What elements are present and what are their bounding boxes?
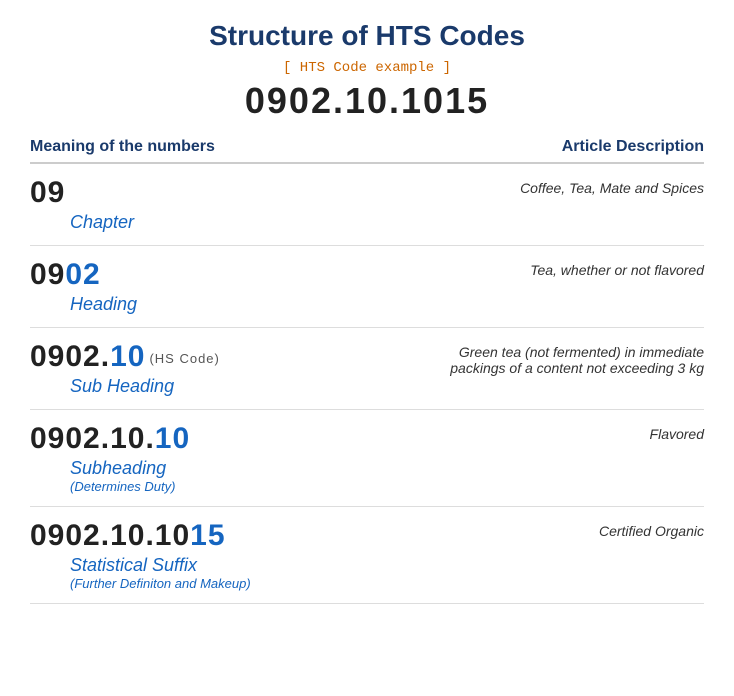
row-left-1: 0902Heading [30, 258, 530, 315]
code-display-4: 0902.10.1015 [30, 519, 579, 553]
code-display-2: 0902.10 (HS Code) [30, 340, 384, 374]
code-display-3: 0902.10.10 [30, 422, 630, 456]
code-highlight-1: 02 [65, 258, 100, 291]
code-prefix-4: 0902.10.10 [30, 519, 190, 552]
row-left-4: 0902.10.1015Statistical Suffix(Further D… [30, 519, 599, 591]
code-highlight-4: 15 [190, 519, 225, 552]
table-row: 0902.10.10Subheading(Determines Duty)Fla… [30, 410, 704, 507]
row-label-3: Subheading [70, 458, 630, 479]
page-title: Structure of HTS Codes [30, 20, 704, 52]
row-description-1: Tea, whether or not flavored [530, 258, 704, 278]
subtitle: [ HTS Code example ] [30, 60, 704, 76]
code-display-0: 09 [30, 176, 500, 210]
hts-example-code: 0902.10.1015 [30, 80, 704, 122]
row-left-2: 0902.10 (HS Code) Sub Heading [30, 340, 404, 397]
row-left-3: 0902.10.10Subheading(Determines Duty) [30, 422, 650, 494]
hs-label-2: (HS Code) [149, 351, 219, 366]
row-label-0: Chapter [70, 212, 500, 233]
row-label-1: Heading [70, 294, 510, 315]
code-prefix-2: 0902. [30, 340, 110, 373]
row-label-sub-4: (Further Definiton and Makeup) [70, 576, 579, 591]
row-label-sub-3: (Determines Duty) [70, 479, 630, 494]
header-left: Meaning of the numbers [30, 138, 215, 156]
row-description-0: Coffee, Tea, Mate and Spices [520, 176, 704, 196]
rows-container: 09ChapterCoffee, Tea, Mate and Spices090… [30, 164, 704, 604]
table-row: 09ChapterCoffee, Tea, Mate and Spices [30, 164, 704, 246]
row-description-3: Flavored [650, 422, 704, 442]
table-row: 0902HeadingTea, whether or not flavored [30, 246, 704, 328]
code-highlight-3: 10 [155, 422, 190, 455]
code-display-1: 0902 [30, 258, 510, 292]
code-prefix-0: 09 [30, 176, 65, 209]
table-row: 0902.10.1015Statistical Suffix(Further D… [30, 507, 704, 604]
row-left-0: 09Chapter [30, 176, 520, 233]
row-label-2: Sub Heading [70, 376, 384, 397]
row-description-4: Certified Organic [599, 519, 704, 539]
table-row: 0902.10 (HS Code) Sub Heading Green tea (no… [30, 328, 704, 410]
code-prefix-1: 09 [30, 258, 65, 291]
code-highlight-2: 10 [110, 340, 145, 373]
row-description-2: Green tea (not fermented) in immediate p… [404, 340, 704, 376]
table-header: Meaning of the numbers Article Descripti… [30, 138, 704, 164]
row-label-4: Statistical Suffix [70, 555, 579, 576]
header-right: Article Description [562, 138, 704, 156]
code-prefix-3: 0902.10. [30, 422, 155, 455]
